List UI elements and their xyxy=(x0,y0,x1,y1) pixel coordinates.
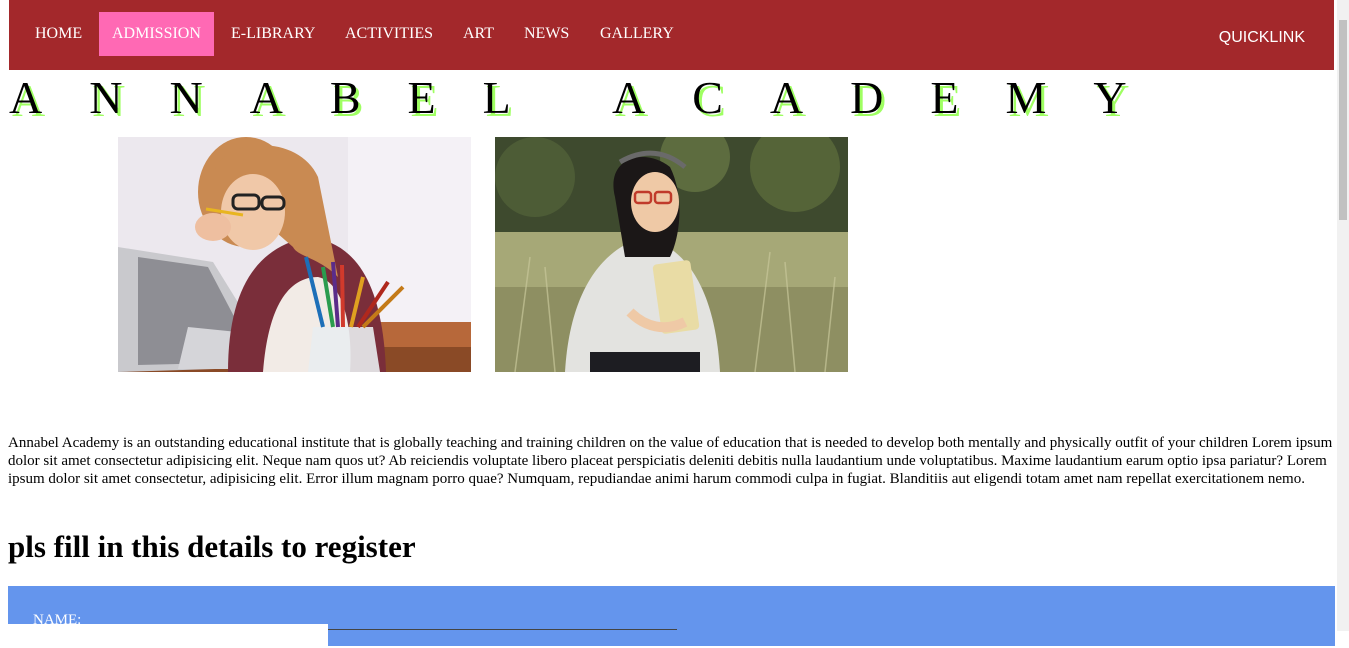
register-heading: pls fill in this details to register xyxy=(8,529,416,564)
nav-gallery-link[interactable]: GALLERY xyxy=(600,12,674,56)
nav-art-link[interactable]: ART xyxy=(463,12,494,56)
woman-with-laptop-photo xyxy=(118,137,471,372)
nav-activities-link[interactable]: ACTIVITIES xyxy=(345,12,433,56)
registration-form-panel: NAME: xyxy=(8,586,1335,646)
nav-elibrary-link[interactable]: E-LIBRARY xyxy=(231,12,315,56)
quicklink-link[interactable]: QUICKLINK xyxy=(1219,16,1305,60)
scrollbar-thumb[interactable] xyxy=(1339,20,1347,220)
nav-admission-link[interactable]: ADMISSION xyxy=(99,12,214,56)
top-navbar: HOME ADMISSION E-LIBRARY ACTIVITIES ART … xyxy=(9,0,1334,70)
intro-paragraph: Annabel Academy is an outstanding educat… xyxy=(8,435,1333,487)
nav-home-link[interactable]: HOME xyxy=(35,12,82,56)
site-title: ANNABEL ACADEMY xyxy=(9,72,1174,123)
girl-with-book-photo xyxy=(495,137,848,372)
name-input[interactable] xyxy=(8,624,328,646)
name-input-secondary[interactable] xyxy=(328,629,677,648)
nav-news-link[interactable]: NEWS xyxy=(524,12,569,56)
page-scrollbar[interactable] xyxy=(1337,0,1349,631)
